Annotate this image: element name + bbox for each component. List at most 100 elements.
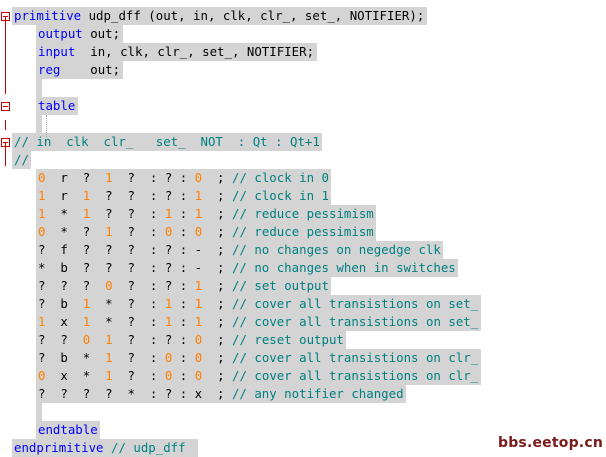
code-token: ? : ? : (112, 278, 195, 293)
comment-token: // set output (231, 278, 329, 293)
number-token: 0 (194, 350, 203, 365)
code-token: * ? (45, 224, 106, 239)
comment-token: // clock in 1 (231, 188, 329, 203)
code-token: ? b * (38, 350, 106, 365)
code-token: udp_dff (out, in, clk, clr_, set_, NOTIF… (81, 8, 425, 23)
code-line[interactable]: 0 x * 1 ? : 0 : 0 ; // cover all transis… (0, 367, 606, 385)
number-token: 1 (194, 314, 203, 329)
code-line[interactable]: 0 r ? 1 ? : ? : 0 ; // clock in 0 (0, 169, 606, 187)
code-token: ; (202, 332, 232, 347)
keyword-token: endprimitive (14, 440, 104, 455)
minus-box-icon[interactable] (1, 102, 10, 111)
code-line[interactable]: ? ? ? 0 ? : ? : 1 ; // set output (0, 277, 606, 295)
number-token: 1 (105, 224, 113, 239)
number-token: 1 (75, 188, 91, 203)
comment-token: // cover all transistions on clr_ (232, 350, 479, 365)
comment-token: // (14, 152, 29, 167)
number-token: 1 (82, 206, 91, 221)
number-token: 1 (97, 170, 113, 185)
line-highlight (36, 115, 42, 133)
code-token: x (45, 314, 83, 329)
keyword-token: table (38, 98, 76, 113)
number-token: 1 (38, 206, 46, 221)
code-line[interactable]: 1 * 1 ? ? : 1 : 1 ; // reduce pessimism (0, 205, 606, 223)
comment-token: // cover all transistions on clr_ (232, 368, 479, 383)
number-token: 0 (194, 170, 203, 185)
code-line[interactable]: ? f ? ? ? : ? : - ; // no changes on neg… (0, 241, 606, 259)
code-token: ; (202, 206, 233, 221)
number-token: 0 (194, 332, 203, 347)
code-token: ; (202, 278, 232, 293)
line-highlight (36, 79, 42, 97)
comment-token: // reset output (232, 332, 344, 347)
code-token: * b ? ? ? : ? : - ; (38, 260, 232, 275)
code-line[interactable]: ? ? 0 1 ? : ? : 0 ; // reset output (0, 331, 606, 349)
code-token: ? : (112, 224, 165, 239)
code-line[interactable]: ? b * 1 ? : 0 : 0 ; // cover all transis… (0, 349, 606, 367)
number-token: 1 (105, 368, 113, 383)
code-line[interactable]: ? b 1 * ? : 1 : 1 ; // cover all transis… (0, 295, 606, 313)
line-highlight (36, 403, 42, 421)
code-line[interactable] (0, 115, 606, 133)
code-token: ? : ? : (112, 332, 195, 347)
code-line[interactable]: ? ? ? ? * : ? : x ; // any notifier chan… (0, 385, 606, 403)
comment-token: // clock in 0 (231, 170, 329, 185)
code-line[interactable] (0, 403, 606, 421)
code-token: : (172, 350, 195, 365)
code-editor[interactable]: primitive udp_dff (out, in, clk, clr_, s… (0, 0, 606, 457)
comment-token: // cover all transistions on set_ (232, 314, 479, 329)
number-token: 0 (164, 350, 173, 365)
code-token: : (172, 314, 195, 329)
watermark-text: bbs.eetop.cn (497, 435, 603, 451)
code-token: ? ? : (90, 206, 165, 221)
number-token: 0 (38, 368, 46, 383)
code-token: ? : (112, 368, 165, 383)
number-token: 1 (38, 188, 46, 203)
number-token: 1 (82, 296, 91, 311)
code-token: x * (45, 368, 106, 383)
number-token: 0 (164, 368, 173, 383)
code-line[interactable]: 1 r 1 ? ? : ? : 1 ; // clock in 1 (0, 187, 606, 205)
comment-token: // udp_dff (111, 440, 186, 455)
code-line[interactable]: 1 x 1 * ? : 1 : 1 ; // cover all transis… (0, 313, 606, 331)
code-line[interactable] (0, 79, 606, 97)
code-token: ? ? (38, 332, 83, 347)
comment-token: // no changes on negedge clk (231, 242, 441, 257)
comment-token: // cover all transistions on set_ (232, 296, 479, 311)
number-token: 1 (164, 314, 173, 329)
number-token: 1 (194, 188, 203, 203)
code-line[interactable]: * b ? ? ? : ? : - ; // no changes when i… (0, 259, 606, 277)
code-token: ? ? ? (38, 278, 106, 293)
number-token: 0 (82, 332, 91, 347)
code-line[interactable]: 0 * ? 1 ? : 0 : 0 ; // reduce pessimism (0, 223, 606, 241)
code-token: : (172, 224, 195, 239)
number-token: 1 (105, 332, 113, 347)
number-token: 1 (194, 278, 203, 293)
code-line[interactable]: // (0, 151, 606, 169)
number-token: 1 (194, 296, 203, 311)
code-line[interactable]: table (0, 97, 606, 115)
code-token: ; (202, 350, 232, 365)
code-token: r ? (45, 170, 98, 185)
code-line[interactable]: output out; (0, 25, 606, 43)
comment-token: // no changes when in switches (231, 260, 456, 275)
code-token: ? f ? ? ? : ? : - ; (38, 242, 232, 257)
code-token: r (45, 188, 76, 203)
code-line[interactable]: input in, clk, clr_, set_, NOTIFIER; (0, 43, 606, 61)
code-token: ? : ? : (112, 170, 195, 185)
code-token: ; (202, 188, 232, 203)
number-token: 0 (164, 224, 173, 239)
code-token: ? : (112, 350, 165, 365)
code-token: ? ? : ? : (90, 188, 195, 203)
code-token: ; (202, 368, 233, 383)
fold-guide-line (5, 143, 6, 166)
keyword-token: output (38, 26, 83, 41)
keyword-token: primitive (14, 8, 82, 23)
code-line[interactable]: reg out; (0, 61, 606, 79)
indent-guide (46, 115, 47, 137)
fold-guide-line (5, 120, 6, 130)
number-token: 1 (38, 314, 46, 329)
fold-guide-line (5, 16, 6, 94)
code-line[interactable]: // in clk clr_ set_ NOT : Qt : Qt+1 (0, 133, 606, 151)
code-line[interactable]: primitive udp_dff (out, in, clk, clr_, s… (0, 7, 606, 25)
